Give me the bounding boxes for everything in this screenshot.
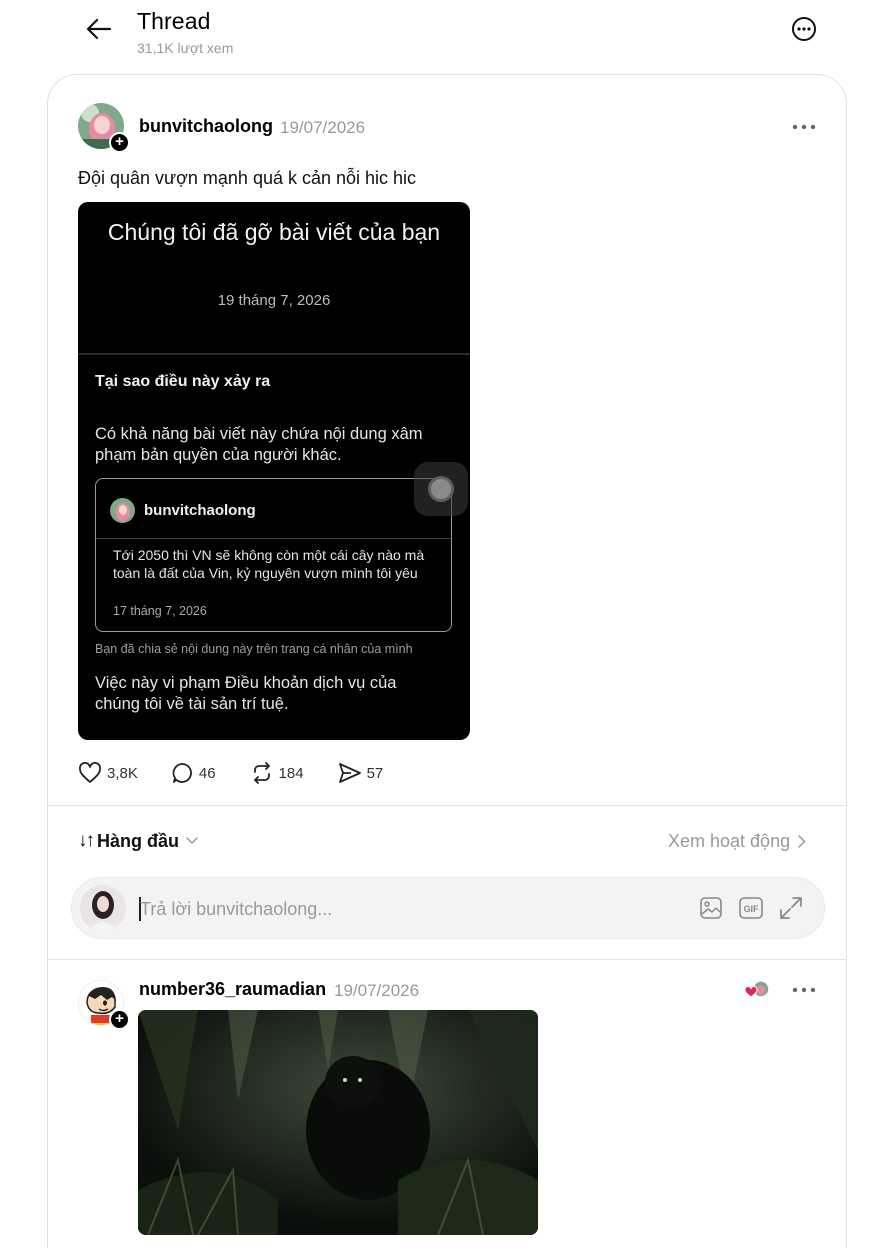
gif-icon: GIF <box>739 897 763 919</box>
view-activity-label: Xem hoạt động <box>668 831 791 851</box>
attach-image-button[interactable] <box>698 895 724 921</box>
divider <box>78 353 470 355</box>
arrow-left-icon <box>86 18 112 40</box>
author-liked-indicator <box>744 980 774 1000</box>
more-horizontal-icon <box>792 124 816 130</box>
follow-plus-icon[interactable]: + <box>109 132 130 153</box>
comment-username[interactable]: number36_raumadian <box>139 979 326 1000</box>
more-horizontal-icon <box>792 987 816 993</box>
post-author-avatar[interactable]: + <box>78 103 130 153</box>
share-count: 57 <box>366 764 384 782</box>
back-button[interactable] <box>84 14 114 44</box>
violation-text: Việc này vi phạm Điều khoản dịch vụ của … <box>95 674 397 713</box>
comment-image[interactable] <box>138 1010 538 1235</box>
follow-plus-icon[interactable]: + <box>109 1009 130 1030</box>
post-date: 19/07/2026 <box>280 118 366 137</box>
post-more-button[interactable] <box>792 118 818 138</box>
view-activity-link[interactable]: Xem hoạt động <box>668 831 806 852</box>
comment-item: + number36_raumadian 19/07/2026 <box>48 960 846 1248</box>
comment-more-button[interactable] <box>792 981 816 999</box>
top-bar: Thread 31,1K lượt xem <box>0 0 872 70</box>
post-actions: 3,8K 46 184 57 <box>78 760 417 786</box>
reply-input[interactable] <box>140 895 620 923</box>
thread-card: + bunvitchaolong 19/07/2026 Đội quân vượ… <box>47 74 847 1248</box>
reply-composer: GIF <box>71 877 825 939</box>
removed-date: 19 tháng 7, 2026 <box>217 292 331 309</box>
heart-icon <box>79 762 101 783</box>
current-user-avatar <box>80 885 126 931</box>
more-options-button[interactable] <box>791 16 817 42</box>
chevron-down-icon <box>186 837 198 845</box>
comment-date: 19/07/2026 <box>334 981 420 1000</box>
quoted-text: Tới 2050 thì VN sẽ không còn một cái cây… <box>113 547 425 581</box>
sort-dropdown[interactable]: ↓↑ Hàng đầu <box>78 829 198 853</box>
expand-button[interactable] <box>778 895 804 921</box>
sort-arrows-icon: ↓↑ <box>78 830 95 851</box>
chevron-right-icon <box>798 835 806 848</box>
gif-button[interactable]: GIF <box>738 895 764 921</box>
divider <box>48 805 846 806</box>
shared-note: Bạn đã chia sẻ nội dung này trên trang c… <box>95 642 413 656</box>
quoted-date: 17 tháng 7, 2026 <box>113 604 207 618</box>
like-button[interactable]: 3,8K <box>78 760 138 786</box>
main-post: + bunvitchaolong 19/07/2026 Đội quân vượ… <box>48 75 846 805</box>
divider <box>96 538 451 539</box>
share-button[interactable]: 57 <box>338 760 384 786</box>
reason-text: Có khả năng bài viết này chứa nội dung x… <box>95 425 423 464</box>
comment-author-avatar[interactable]: + <box>78 980 130 1030</box>
repost-count: 184 <box>278 764 304 782</box>
sort-label: Hàng đầu <box>97 830 180 851</box>
avatar <box>110 498 135 523</box>
comment-button[interactable]: 46 <box>172 760 216 786</box>
comment-count: 46 <box>198 764 216 782</box>
image-icon <box>700 897 722 919</box>
why-title: Tại sao điều này xảy ra <box>95 373 271 390</box>
post-username[interactable]: bunvitchaolong <box>139 116 273 137</box>
quoted-username: bunvitchaolong <box>144 502 256 519</box>
expand-icon <box>780 897 802 919</box>
more-circle-icon <box>792 17 816 41</box>
repost-icon <box>253 762 270 784</box>
send-icon <box>338 763 361 783</box>
view-count: 31,1K lượt xem <box>137 40 234 56</box>
repost-button[interactable]: 184 <box>250 760 304 786</box>
removed-heading: Chúng tôi đã gỡ bài viết của bạn <box>107 219 441 245</box>
post-image[interactable]: Chúng tôi đã gỡ bài viết của bạn 19 thán… <box>78 202 470 740</box>
like-count: 3,8K <box>107 764 138 782</box>
assistive-touch-icon <box>414 462 468 516</box>
quoted-post: bunvitchaolong Tới 2050 thì VN sẽ không … <box>95 478 452 632</box>
page-title: Thread <box>137 8 211 34</box>
post-text: Đội quân vượn mạnh quá k cản nỗi hic hic <box>78 168 417 188</box>
comment-icon <box>172 763 192 783</box>
svg-text:GIF: GIF <box>744 904 760 914</box>
